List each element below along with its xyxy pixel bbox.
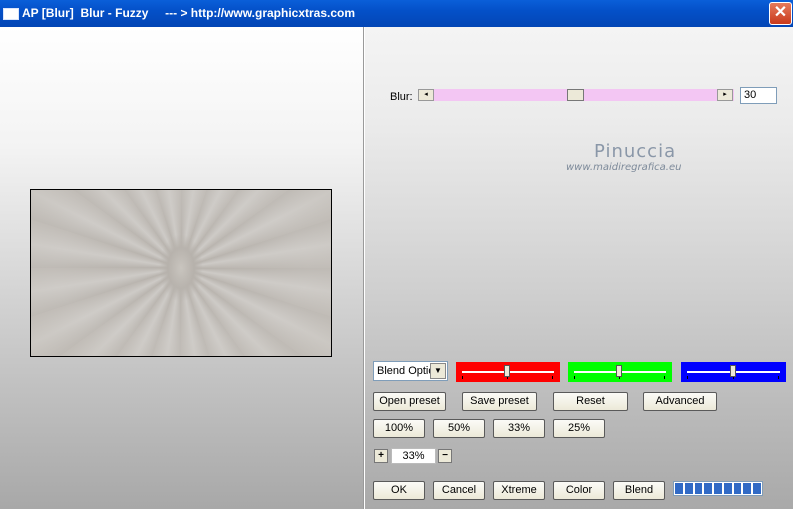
zoom-in-button[interactable]: + [374,449,388,463]
window-title: AP [Blur] Blur - Fuzzy --- > http://www.… [22,6,356,20]
blur-value-input[interactable]: 30 [740,87,777,104]
blur-label: Blur: [390,91,413,103]
zoom-25-button[interactable]: 25% [553,419,605,438]
preview-panel [0,27,363,509]
progress-segment [675,483,683,494]
watermark-name: Pinuccia [594,141,677,162]
red-slider-thumb[interactable] [504,365,510,377]
blend-button[interactable]: Blend [613,481,665,500]
green-channel-slider[interactable] [568,362,672,382]
progress-segment [743,483,752,494]
progress-segment [753,483,762,494]
zoom-level-field: 33% [391,448,436,464]
blur-slider-right-arrow[interactable]: ▸ [717,89,733,101]
save-preset-button[interactable]: Save preset [462,392,537,411]
open-preset-button[interactable]: Open preset [373,392,446,411]
reset-button[interactable]: Reset [553,392,628,411]
ok-button[interactable]: OK [373,481,425,500]
advanced-button[interactable]: Advanced [643,392,717,411]
progress-segment [704,483,713,494]
chevron-down-icon[interactable]: ▼ [430,363,446,379]
progress-segment [694,483,703,494]
zoom-33-button[interactable]: 33% [493,419,545,438]
blend-options-value: Blend Optio [377,365,431,377]
progress-segment [714,483,722,494]
blue-slider-thumb[interactable] [730,365,736,377]
progress-segment [733,483,742,494]
zoom-out-button[interactable]: − [438,449,452,463]
progress-segment [723,483,732,494]
close-button[interactable]: ✕ [769,2,792,25]
blur-slider-thumb[interactable] [567,89,584,101]
preview-image [30,189,332,357]
cancel-button[interactable]: Cancel [433,481,485,500]
watermark-url: www.maidiregrafica.eu [566,162,682,173]
zoom-100-button[interactable]: 100% [373,419,425,438]
app-icon [3,8,19,20]
green-slider-thumb[interactable] [616,365,622,377]
progress-bar [673,481,763,496]
title-bar: AP [Blur] Blur - Fuzzy --- > http://www.… [0,0,793,27]
blur-slider-left-arrow[interactable]: ◂ [418,89,434,101]
zoom-50-button[interactable]: 50% [433,419,485,438]
blend-options-select[interactable]: Blend Optio ▼ [373,361,448,381]
xtreme-button[interactable]: Xtreme [493,481,545,500]
progress-segment [684,483,693,494]
blue-channel-slider[interactable] [681,362,786,382]
color-button[interactable]: Color [553,481,605,500]
red-channel-slider[interactable] [456,362,560,382]
